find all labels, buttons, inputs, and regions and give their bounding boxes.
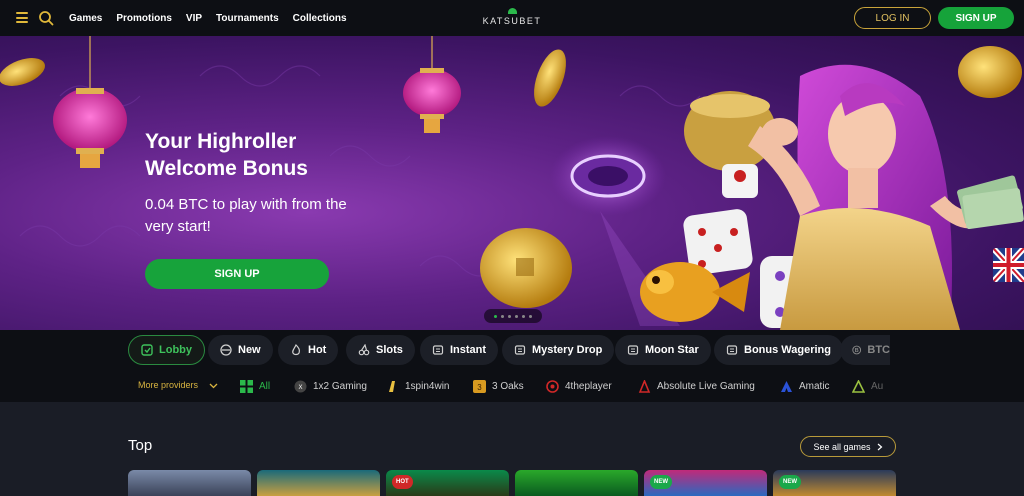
new-icon <box>220 344 232 356</box>
slider-dot[interactable] <box>515 314 518 318</box>
category-moon-star[interactable]: Moon Star <box>615 335 711 365</box>
category-label: BTC <box>867 344 890 356</box>
provider-logo-icon: 3 <box>473 379 486 393</box>
category-mystery-drop[interactable]: Mystery Drop <box>502 335 615 365</box>
hero-signup-button[interactable]: SIGN UP <box>145 259 329 289</box>
slider-dot[interactable] <box>522 314 525 318</box>
slider-dot[interactable] <box>501 314 504 318</box>
category-btc[interactable]: B BTC <box>840 335 890 365</box>
category-label: Hot <box>308 344 327 356</box>
hero-subtitle: 0.04 BTC to play with from the very star… <box>145 196 347 235</box>
login-button[interactable]: LOG IN <box>854 7 931 29</box>
provider-label: 3 Oaks <box>492 380 524 392</box>
site-logo[interactable]: KATSUBET <box>482 8 542 30</box>
new-badge: NEW <box>779 475 801 489</box>
svg-text:X: X <box>298 385 302 391</box>
moon-icon <box>627 345 639 355</box>
category-bar: Lobby New Hot Slots Instant Mystery Drop… <box>0 330 1024 370</box>
game-thumbnail[interactable]: HOT <box>386 470 509 496</box>
provider-label: Absolute Live Gaming <box>657 380 755 392</box>
signup-button[interactable]: SIGN UP <box>938 7 1014 29</box>
category-slots[interactable]: Slots <box>346 335 415 365</box>
slider-dot[interactable] <box>529 314 532 318</box>
svg-text:3: 3 <box>477 383 482 392</box>
top-games-section: Top See all games HOT NEW NEW <box>0 402 1024 496</box>
new-badge: NEW <box>650 475 672 489</box>
provider-label: Au <box>871 380 884 392</box>
game-thumbnail[interactable] <box>257 470 380 496</box>
provider-label: 1x2 Gaming <box>313 380 367 392</box>
instant-icon <box>432 345 444 355</box>
btc-icon: B <box>852 345 862 355</box>
game-thumbnail[interactable] <box>515 470 638 496</box>
wager-icon <box>726 345 738 355</box>
category-bonus-wagering[interactable]: Bonus Wagering <box>714 335 843 365</box>
provider-logo-icon <box>781 380 792 392</box>
category-label: Bonus Wagering <box>744 344 831 356</box>
top-header: Games Promotions VIP Tournaments Collect… <box>0 0 1024 36</box>
provider-label: 4theplayer <box>565 380 612 392</box>
provider-label: All <box>259 380 271 392</box>
category-lobby[interactable]: Lobby <box>128 335 205 365</box>
nav-vip[interactable]: VIP <box>186 13 202 24</box>
logo-mark <box>508 8 517 14</box>
slider-dot[interactable] <box>508 314 511 318</box>
svg-text:B: B <box>855 348 859 354</box>
menu-icon[interactable] <box>16 12 28 23</box>
chevron-down-icon <box>209 383 218 389</box>
provider-all[interactable]: All <box>240 376 270 396</box>
category-label: Slots <box>376 344 403 356</box>
category-hot[interactable]: Hot <box>278 335 339 365</box>
more-providers-label: More providers <box>138 380 199 390</box>
provider-logo-icon <box>638 379 651 393</box>
provider-au[interactable]: Au <box>852 376 894 396</box>
provider-label: 1spin4win <box>405 380 450 392</box>
provider-logo-icon <box>546 379 559 393</box>
providers-bar: More providers All X 1x2 Gaming 1spin4wi… <box>0 370 1024 402</box>
grid-icon <box>240 379 253 393</box>
provider-absolute-live-gaming[interactable]: Absolute Live Gaming <box>638 376 755 396</box>
provider-amatic[interactable]: Amatic <box>780 376 830 396</box>
logo-text: KATSUBET <box>482 16 542 26</box>
provider-1spin4win[interactable]: 1spin4win <box>386 376 449 396</box>
category-instant[interactable]: Instant <box>420 335 499 365</box>
category-new[interactable]: New <box>208 335 273 365</box>
category-label: New <box>238 344 261 356</box>
provider-logo-icon <box>852 379 865 393</box>
hot-badge: HOT <box>392 475 413 489</box>
provider-label: Amatic <box>799 380 830 392</box>
nav-promotions[interactable]: Promotions <box>116 13 172 24</box>
lobby-icon <box>141 344 153 356</box>
see-all-games-button[interactable]: See all games <box>800 436 896 457</box>
hero-title: Your Highroller Welcome Bonus <box>145 130 308 180</box>
game-thumbnail[interactable] <box>128 470 251 496</box>
see-all-label: See all games <box>813 441 871 452</box>
category-label: Lobby <box>159 344 192 356</box>
main-nav: Games Promotions VIP Tournaments Collect… <box>69 0 347 36</box>
nav-tournaments[interactable]: Tournaments <box>216 13 279 24</box>
slider-dot[interactable] <box>494 314 497 318</box>
search-icon[interactable] <box>38 10 54 26</box>
hero-banner: Your Highroller Welcome Bonus 0.04 BTC t… <box>0 36 1024 330</box>
category-label: Instant <box>450 344 487 356</box>
provider-4theplayer[interactable]: 4theplayer <box>546 376 612 396</box>
uk-flag-icon[interactable] <box>993 248 1024 282</box>
cherry-icon <box>358 344 370 356</box>
nav-games[interactable]: Games <box>69 13 102 24</box>
slider-dots <box>484 309 542 323</box>
chevron-right-icon <box>877 443 882 450</box>
game-thumbnail[interactable]: NEW <box>773 470 896 496</box>
flame-icon <box>292 344 300 356</box>
section-title: Top <box>128 437 153 454</box>
nav-collections[interactable]: Collections <box>293 13 347 24</box>
drop-icon <box>514 345 526 355</box>
game-thumbnail[interactable]: NEW <box>644 470 767 496</box>
provider-3-oaks[interactable]: 3 3 Oaks <box>473 376 524 396</box>
category-label: Mystery Drop <box>532 344 603 356</box>
category-label: Moon Star <box>645 344 699 356</box>
provider-logo-icon <box>389 380 395 392</box>
provider-logo-icon: X <box>294 380 307 392</box>
provider-1x2-gaming[interactable]: X 1x2 Gaming <box>294 376 367 396</box>
more-providers-dropdown[interactable]: More providers <box>138 380 218 390</box>
